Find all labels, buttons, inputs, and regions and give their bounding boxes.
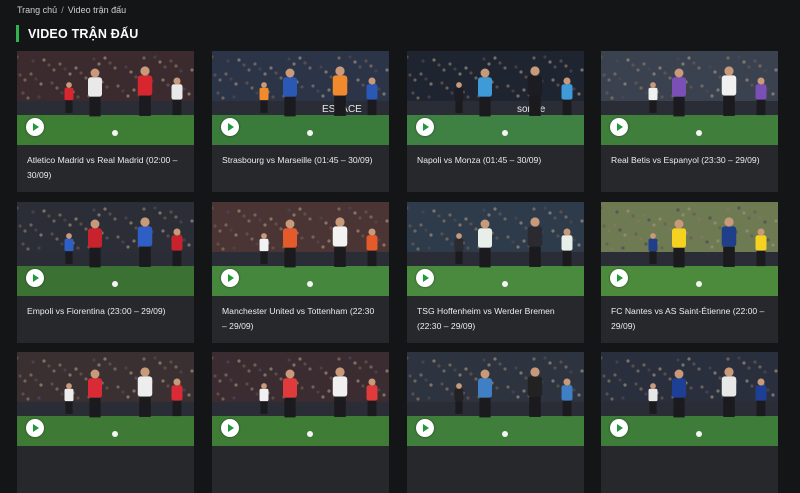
video-thumbnail[interactable]: [17, 202, 194, 296]
video-card[interactable]: sorare Napoli vs Monza (01:45 – 30/09): [407, 51, 584, 192]
breadcrumb-current: Video trận đấu: [67, 5, 127, 15]
play-icon[interactable]: [416, 419, 434, 437]
ball: [112, 130, 118, 136]
breadcrumb: Trang chủ / Video trận đấu: [17, 5, 126, 15]
play-icon[interactable]: [26, 269, 44, 287]
play-icon[interactable]: [610, 419, 628, 437]
video-thumbnail[interactable]: sorare: [407, 51, 584, 145]
video-thumbnail[interactable]: [601, 51, 778, 145]
play-icon[interactable]: [221, 118, 239, 136]
ball: [696, 130, 702, 136]
ball: [112, 281, 118, 287]
ball: [502, 281, 508, 287]
match-photo: [601, 352, 778, 446]
video-card[interactable]: [17, 352, 194, 493]
match-photo: [601, 202, 778, 296]
video-thumbnail[interactable]: [407, 202, 584, 296]
video-card[interactable]: Real Betis vs Espanyol (23:30 – 29/09): [601, 51, 778, 192]
section-header: VIDEO TRẬN ĐẤU: [16, 25, 138, 42]
play-icon[interactable]: [26, 118, 44, 136]
ball: [307, 431, 313, 437]
video-thumbnail[interactable]: ESPACE: [212, 51, 389, 145]
play-icon[interactable]: [221, 269, 239, 287]
video-thumbnail[interactable]: [601, 202, 778, 296]
ball: [696, 431, 702, 437]
video-thumbnail[interactable]: [17, 51, 194, 145]
ball: [112, 431, 118, 437]
ball: [502, 431, 508, 437]
play-icon[interactable]: [416, 269, 434, 287]
video-title[interactable]: Atletico Madrid vs Real Madrid (02:00 – …: [27, 153, 185, 182]
ball: [307, 130, 313, 136]
video-thumbnail[interactable]: [212, 202, 389, 296]
match-photo: [407, 202, 584, 296]
video-card[interactable]: [212, 352, 389, 493]
play-icon[interactable]: [26, 419, 44, 437]
ball: [696, 281, 702, 287]
video-thumbnail[interactable]: [407, 352, 584, 446]
video-card[interactable]: [601, 352, 778, 493]
match-photo: ESPACE: [212, 51, 389, 145]
video-title[interactable]: Empoli vs Fiorentina (23:00 – 29/09): [27, 304, 185, 319]
match-photo: [601, 51, 778, 145]
video-card[interactable]: Empoli vs Fiorentina (23:00 – 29/09): [17, 202, 194, 343]
section-accent-bar: [16, 25, 19, 42]
video-thumbnail[interactable]: [601, 352, 778, 446]
video-title[interactable]: FC Nantes vs AS Saint-Étienne (22:00 – 2…: [611, 304, 769, 333]
ball: [502, 130, 508, 136]
play-icon[interactable]: [610, 269, 628, 287]
match-photo: [212, 202, 389, 296]
play-icon[interactable]: [610, 118, 628, 136]
play-icon[interactable]: [221, 419, 239, 437]
breadcrumb-home-link[interactable]: Trang chủ: [17, 5, 57, 15]
video-title[interactable]: Real Betis vs Espanyol (23:30 – 29/09): [611, 153, 769, 168]
ball: [307, 281, 313, 287]
match-photo: [212, 352, 389, 446]
video-title[interactable]: Napoli vs Monza (01:45 – 30/09): [417, 153, 575, 168]
match-photo: [407, 352, 584, 446]
match-photo: [17, 352, 194, 446]
video-card[interactable]: FC Nantes vs AS Saint-Étienne (22:00 – 2…: [601, 202, 778, 343]
match-photo: [17, 51, 194, 145]
match-photo: sorare: [407, 51, 584, 145]
breadcrumb-separator: /: [61, 5, 64, 15]
video-card[interactable]: [407, 352, 584, 493]
video-title[interactable]: TSG Hoffenheim vs Werder Bremen (22:30 –…: [417, 304, 575, 333]
video-card[interactable]: Atletico Madrid vs Real Madrid (02:00 – …: [17, 51, 194, 192]
video-card[interactable]: Manchester United vs Tottenham (22:30 – …: [212, 202, 389, 343]
video-card[interactable]: TSG Hoffenheim vs Werder Bremen (22:30 –…: [407, 202, 584, 343]
play-icon[interactable]: [416, 118, 434, 136]
video-thumbnail[interactable]: [17, 352, 194, 446]
video-title[interactable]: Strasbourg vs Marseille (01:45 – 30/09): [222, 153, 380, 168]
match-photo: [17, 202, 194, 296]
video-title[interactable]: Manchester United vs Tottenham (22:30 – …: [222, 304, 380, 333]
video-thumbnail[interactable]: [212, 352, 389, 446]
section-title: VIDEO TRẬN ĐẤU: [28, 26, 139, 41]
video-card[interactable]: ESPACE Strasbourg vs Marseille (01:45 – 3…: [212, 51, 389, 192]
